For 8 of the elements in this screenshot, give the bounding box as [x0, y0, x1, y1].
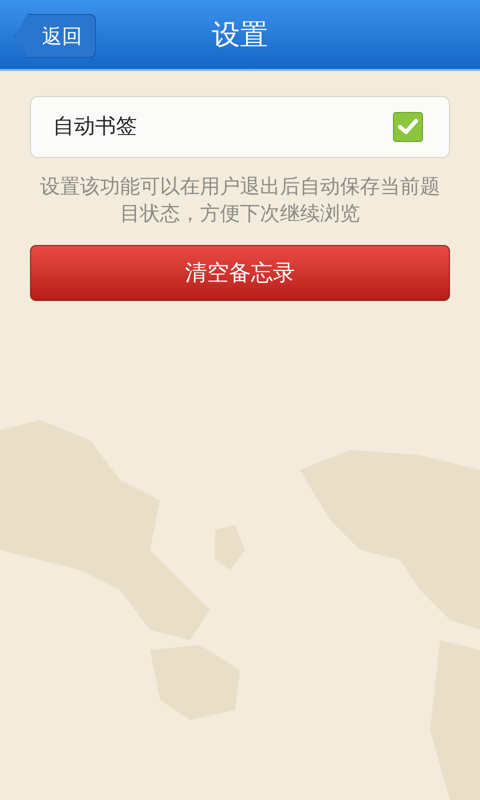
checkbox[interactable] [393, 112, 423, 142]
hint-text: 设置该功能可以在用户退出后自动保存当前题目状态，方便下次继续浏览 [40, 173, 440, 227]
clear-memo-button[interactable]: 清空备忘录 [30, 245, 450, 301]
setting-label: 自动书签 [53, 113, 137, 140]
checkmark-icon [398, 119, 418, 135]
back-button[interactable]: 返回 [14, 14, 96, 58]
setting-row[interactable]: 自动书签 [30, 96, 450, 158]
page-title: 设置 [212, 16, 268, 52]
